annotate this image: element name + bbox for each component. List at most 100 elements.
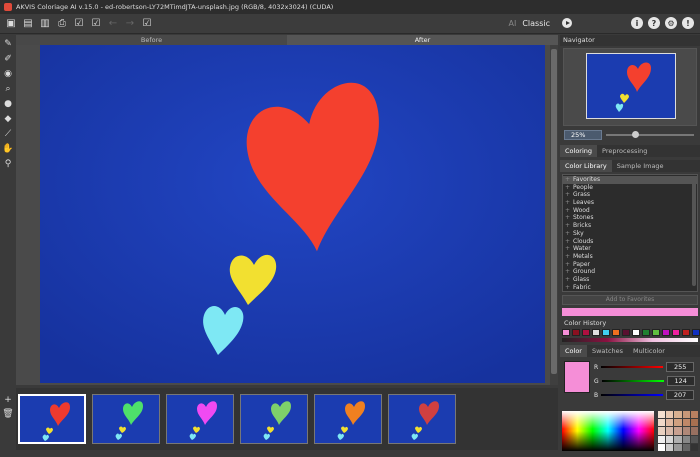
palette-swatch[interactable] [674,411,682,419]
green-slider[interactable] [601,380,664,382]
palette-swatch[interactable] [666,427,674,435]
palette-swatch[interactable] [658,427,666,435]
export-icon[interactable]: ▥ [38,17,52,31]
undo-icon[interactable]: ← [106,17,120,31]
zoom-icon[interactable]: ⚲ [2,158,14,170]
check-icon[interactable]: ☑ [140,17,154,31]
history-swatch[interactable] [692,329,700,336]
palette-swatch[interactable] [690,443,698,451]
palette-swatch[interactable] [690,427,698,435]
history-swatch[interactable] [582,329,590,336]
color-spectrum[interactable] [562,411,654,451]
image-canvas[interactable] [40,45,545,383]
palette-swatch[interactable] [658,411,666,419]
palette-swatch[interactable] [690,435,698,443]
palette-swatch[interactable] [674,419,682,427]
library-item[interactable]: Glass [563,276,697,284]
tab-swatches[interactable]: Swatches [587,345,628,357]
library-item[interactable]: Wood [563,207,697,215]
mode-ai-button[interactable]: AI [508,19,516,28]
redo-icon[interactable]: → [123,17,137,31]
tab-before[interactable]: Before [16,35,287,45]
fill-icon[interactable]: ◉ [2,68,14,80]
hand-icon[interactable]: ✋ [2,143,14,155]
library-item[interactable]: Metals [563,253,697,261]
tab-color[interactable]: Color [560,345,587,357]
history-swatch[interactable] [612,329,620,336]
navigator-preview[interactable] [563,48,697,126]
palette-swatch[interactable] [682,411,690,419]
shade-palette[interactable] [658,411,698,451]
check-icon[interactable]: ☑ [72,17,86,31]
history-swatch[interactable] [672,329,680,336]
mode-classic-button[interactable]: Classic [522,19,550,28]
palette-swatch[interactable] [666,443,674,451]
result-thumbnail[interactable] [240,394,308,444]
palette-swatch[interactable] [690,419,698,427]
add-to-favorites-button[interactable]: Add to Favorites [562,295,698,305]
blue-value-input[interactable]: 207 [666,390,695,400]
current-color-swatch[interactable] [564,361,590,393]
history-swatch[interactable] [562,329,570,336]
tab-sample-image[interactable]: Sample Image [612,160,669,172]
tab-after[interactable]: After [287,35,558,45]
pencil-icon[interactable]: ✎ [2,38,14,50]
tab-preprocessing[interactable]: Preprocessing [597,145,652,157]
result-thumbnail[interactable] [388,394,456,444]
dropper-icon[interactable]: ⌕ [2,83,14,95]
open-icon[interactable]: ▣ [4,17,18,31]
history-swatch[interactable] [572,329,580,336]
vertical-scrollbar[interactable] [550,45,558,385]
palette-swatch[interactable] [674,443,682,451]
result-thumbnail[interactable] [314,394,382,444]
library-item[interactable]: Water [563,245,697,253]
check-icon[interactable]: ☑ [89,17,103,31]
red-slider[interactable] [601,366,664,368]
save-icon[interactable]: ▤ [21,17,35,31]
history-swatch[interactable] [622,329,630,336]
color-brush-icon[interactable]: ✐ [2,53,14,65]
library-item[interactable]: People [563,184,697,192]
palette-swatch[interactable] [682,427,690,435]
result-thumbnail[interactable] [166,394,234,444]
history-swatch[interactable] [662,329,670,336]
palette-swatch[interactable] [674,435,682,443]
eyedropper-icon[interactable]: ⟋ [2,128,14,140]
help-icon[interactable]: ? [648,17,660,29]
library-item[interactable]: Leaves [563,199,697,207]
navigator-image[interactable] [586,53,676,119]
history-swatch[interactable] [632,329,640,336]
palette-swatch[interactable] [666,435,674,443]
blue-slider[interactable] [601,394,664,396]
palette-swatch[interactable] [690,411,698,419]
palette-swatch[interactable] [658,443,666,451]
history-swatch[interactable] [602,329,610,336]
trash-icon[interactable]: 🗑 [2,409,14,419]
history-swatch[interactable] [642,329,650,336]
library-item[interactable]: Bricks [563,222,697,230]
result-thumbnail[interactable] [92,394,160,444]
tab-coloring[interactable]: Coloring [560,145,598,157]
palette-swatch[interactable] [658,419,666,427]
palette-swatch[interactable] [682,443,690,451]
eraser-icon[interactable]: ◆ [2,113,14,125]
palette-swatch[interactable] [658,435,666,443]
library-item[interactable]: Fabric [563,284,697,292]
history-swatch[interactable] [682,329,690,336]
green-value-input[interactable]: 124 [666,376,695,386]
settings-icon[interactable]: ⚙ [665,17,677,29]
library-item[interactable]: Favorites [563,176,697,184]
red-value-input[interactable]: 255 [666,362,695,372]
tab-multicolor[interactable]: Multicolor [628,345,670,357]
library-item[interactable]: Stones [563,214,697,222]
history-swatch[interactable] [592,329,600,336]
info-icon[interactable]: i [631,17,643,29]
zoom-select[interactable]: 25% [564,130,602,140]
palette-swatch[interactable] [682,435,690,443]
palette-swatch[interactable] [666,419,674,427]
add-icon[interactable]: + [2,395,14,405]
brush-icon[interactable]: ● [2,98,14,110]
result-thumbnail[interactable] [18,394,86,444]
tab-color-library[interactable]: Color Library [560,160,612,172]
palette-swatch[interactable] [682,419,690,427]
